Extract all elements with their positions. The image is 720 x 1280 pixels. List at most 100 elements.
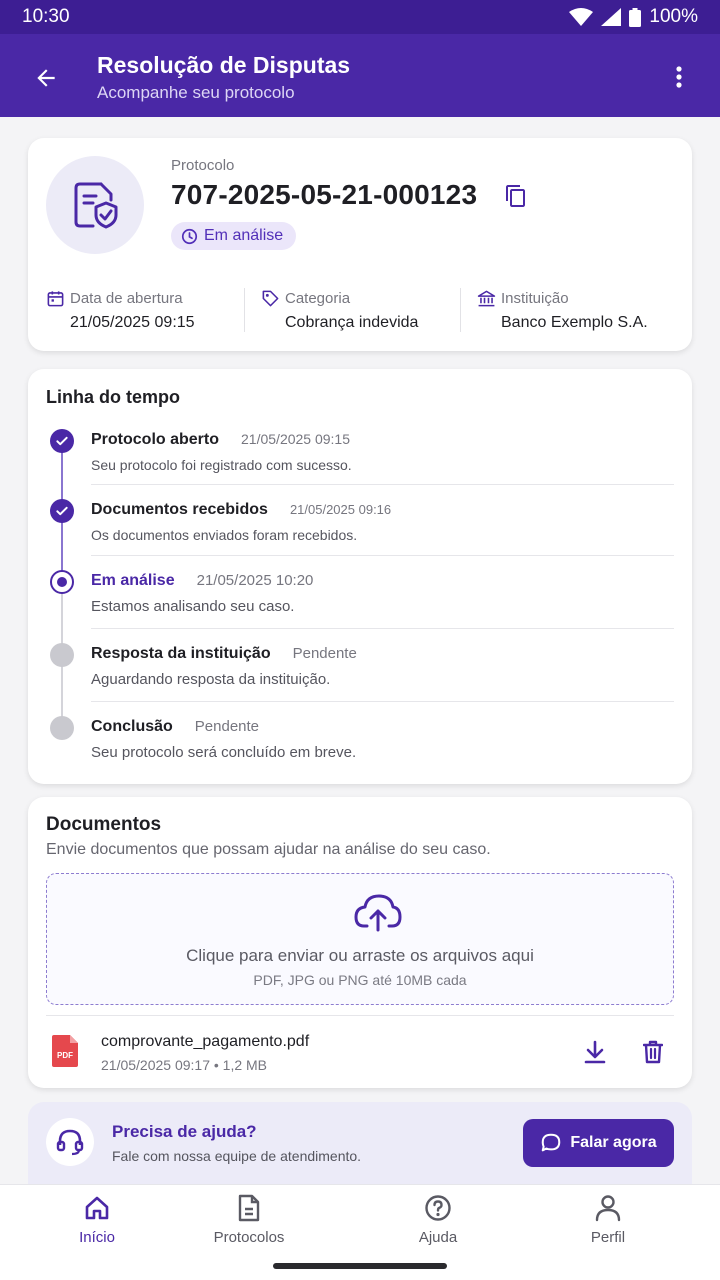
- signal-icon: [601, 8, 622, 26]
- timeline-item-date: 21/05/2025 09:15: [241, 431, 351, 447]
- dropzone-hint: PDF, JPG ou PNG até 10MB cada: [253, 972, 467, 988]
- talk-now-label: Falar agora: [570, 1134, 657, 1151]
- protocol-number: 707-2025-05-21-000123: [171, 179, 478, 210]
- copy-icon: [506, 185, 525, 207]
- download-button[interactable]: [580, 1037, 610, 1067]
- divider: [91, 701, 674, 702]
- talk-now-button[interactable]: Falar agora: [523, 1119, 674, 1167]
- copy-protocol-button[interactable]: [502, 182, 530, 210]
- battery-icon: [629, 7, 642, 27]
- more-options-button[interactable]: [664, 62, 694, 92]
- meta-institution: Instituição Banco Exemplo S.A.: [460, 288, 676, 332]
- timeline-item-title: Conclusão: [91, 718, 173, 735]
- pending-dot-icon: [50, 716, 74, 740]
- meta-label: Data de abertura: [70, 289, 183, 307]
- wifi-icon: [569, 8, 594, 26]
- help-avatar: [46, 1118, 94, 1166]
- in-progress-icon: [50, 570, 74, 594]
- meta-value: 21/05/2025 09:15: [70, 314, 195, 331]
- meta-category: Categoria Cobrança indevida: [244, 288, 460, 332]
- arrow-back-icon: [37, 69, 55, 87]
- back-button[interactable]: [28, 60, 64, 96]
- protocol-card: Protocolo 707-2025-05-21-000123 Em análi…: [28, 138, 692, 351]
- timeline-card: Linha do tempo Protocolo aberto 21/05/20…: [28, 369, 692, 784]
- nav-item-protocols[interactable]: Protocolos: [189, 1193, 309, 1253]
- nav-label: Ajuda: [418, 1229, 458, 1246]
- documents-title: Documentos: [46, 814, 162, 835]
- tag-icon: [262, 290, 279, 306]
- protocol-avatar: [46, 156, 144, 254]
- timeline-item-desc: Seu protocolo será concluído em breve.: [91, 744, 357, 761]
- documents-card: Documentos Envie documentos que possam a…: [28, 797, 692, 1088]
- timeline-item-title: Protocolo aberto: [91, 431, 220, 448]
- timeline-title: Linha do tempo: [46, 387, 180, 407]
- meta-value: Banco Exemplo S.A.: [501, 314, 648, 331]
- pending-dot-icon: [50, 643, 74, 667]
- upload-dropzone[interactable]: Clique para enviar ou arraste os arquivo…: [46, 873, 674, 1005]
- nav-label: Protocolos: [213, 1229, 285, 1246]
- timeline-item-desc: Seu protocolo foi registrado com sucesso…: [91, 457, 352, 473]
- gesture-handle[interactable]: [273, 1263, 447, 1269]
- nav-label: Início: [79, 1229, 115, 1246]
- meta-label: Categoria: [285, 289, 351, 307]
- meta-value: Cobrança indevida: [285, 314, 419, 331]
- bank-icon: [477, 290, 496, 306]
- timeline-item-title: Em análise: [91, 572, 175, 589]
- clock-icon: [181, 228, 198, 244]
- divider: [91, 484, 674, 485]
- status-time: 10:30: [22, 6, 70, 27]
- check-icon: [50, 499, 74, 523]
- nav-item-help[interactable]: Ajuda: [378, 1193, 498, 1253]
- file-item[interactable]: PDF comprovante_pagamento.pdf 21/05/2025…: [46, 1023, 674, 1085]
- help-icon: [425, 1195, 451, 1221]
- document-icon: [238, 1194, 260, 1222]
- file-name: comprovante_pagamento.pdf: [101, 1033, 310, 1050]
- nav-item-profile[interactable]: Perfil: [548, 1193, 668, 1253]
- timeline-item-date: Pendente: [292, 645, 357, 662]
- timeline-item-title: Resposta da instituição: [91, 645, 271, 662]
- divider: [46, 1015, 674, 1016]
- timeline-item-title: Documentos recebidos: [91, 501, 268, 518]
- file-meta: 21/05/2025 09:17 • 1,2 MB: [101, 1057, 268, 1073]
- timeline-item-date: Pendente: [194, 718, 260, 735]
- divider: [91, 555, 674, 556]
- chat-bubble-icon: [542, 1133, 561, 1152]
- delete-button[interactable]: [638, 1037, 668, 1067]
- timeline-item-desc: Os documentos enviados foram recebidos.: [91, 527, 358, 543]
- pdf-type-label: PDF: [57, 1051, 73, 1060]
- help-card: Precisa de ajuda? Fale com nossa equipe …: [28, 1102, 692, 1184]
- cloud-upload-icon: [354, 894, 402, 932]
- trash-icon: [643, 1040, 663, 1064]
- calendar-icon: [47, 290, 64, 306]
- nav-label: Perfil: [590, 1229, 626, 1246]
- timeline-item-desc: Estamos analisando seu caso.: [91, 598, 295, 615]
- dropzone-text: Clique para enviar ou arraste os arquivo…: [186, 946, 534, 965]
- timeline-item-desc: Aguardando resposta da instituição.: [91, 671, 331, 688]
- timeline-item-date: 21/05/2025 10:20: [196, 572, 314, 589]
- headset-icon: [56, 1129, 84, 1156]
- divider: [91, 628, 674, 629]
- timeline-item-date: 21/05/2025 09:16: [289, 502, 392, 517]
- documents-subtitle: Envie documentos que possam ajudar na an…: [46, 841, 491, 858]
- bottom-navigation: Início Protocolos Ajuda Perfil: [0, 1184, 720, 1280]
- battery-percent: 100%: [649, 6, 698, 27]
- shield-document-icon: [74, 182, 118, 229]
- help-subtitle: Fale com nossa equipe de atendimento.: [112, 1148, 362, 1164]
- meta-opening-date: Data de abertura 21/05/2025 09:15: [46, 288, 244, 332]
- protocol-meta-row: Data de abertura 21/05/2025 09:15 Catego…: [46, 288, 676, 332]
- status-badge: Em análise: [171, 222, 297, 250]
- person-icon: [595, 1195, 621, 1222]
- status-bar: 10:30 100%: [0, 0, 720, 34]
- page-subtitle: Acompanhe seu protocolo: [97, 83, 295, 102]
- check-icon: [50, 429, 74, 453]
- app-bar: Resolução de Disputas Acompanhe seu prot…: [0, 34, 720, 117]
- help-title: Precisa de ajuda?: [112, 1122, 257, 1141]
- meta-label: Instituição: [501, 289, 569, 307]
- status-icons: 100%: [569, 6, 698, 28]
- page-title: Resolução de Disputas: [97, 52, 351, 78]
- download-icon: [584, 1040, 606, 1064]
- nav-item-home[interactable]: Início: [37, 1193, 157, 1253]
- home-icon: [85, 1196, 109, 1220]
- pdf-file-icon: PDF: [52, 1035, 78, 1067]
- more-vert-icon: [676, 66, 682, 88]
